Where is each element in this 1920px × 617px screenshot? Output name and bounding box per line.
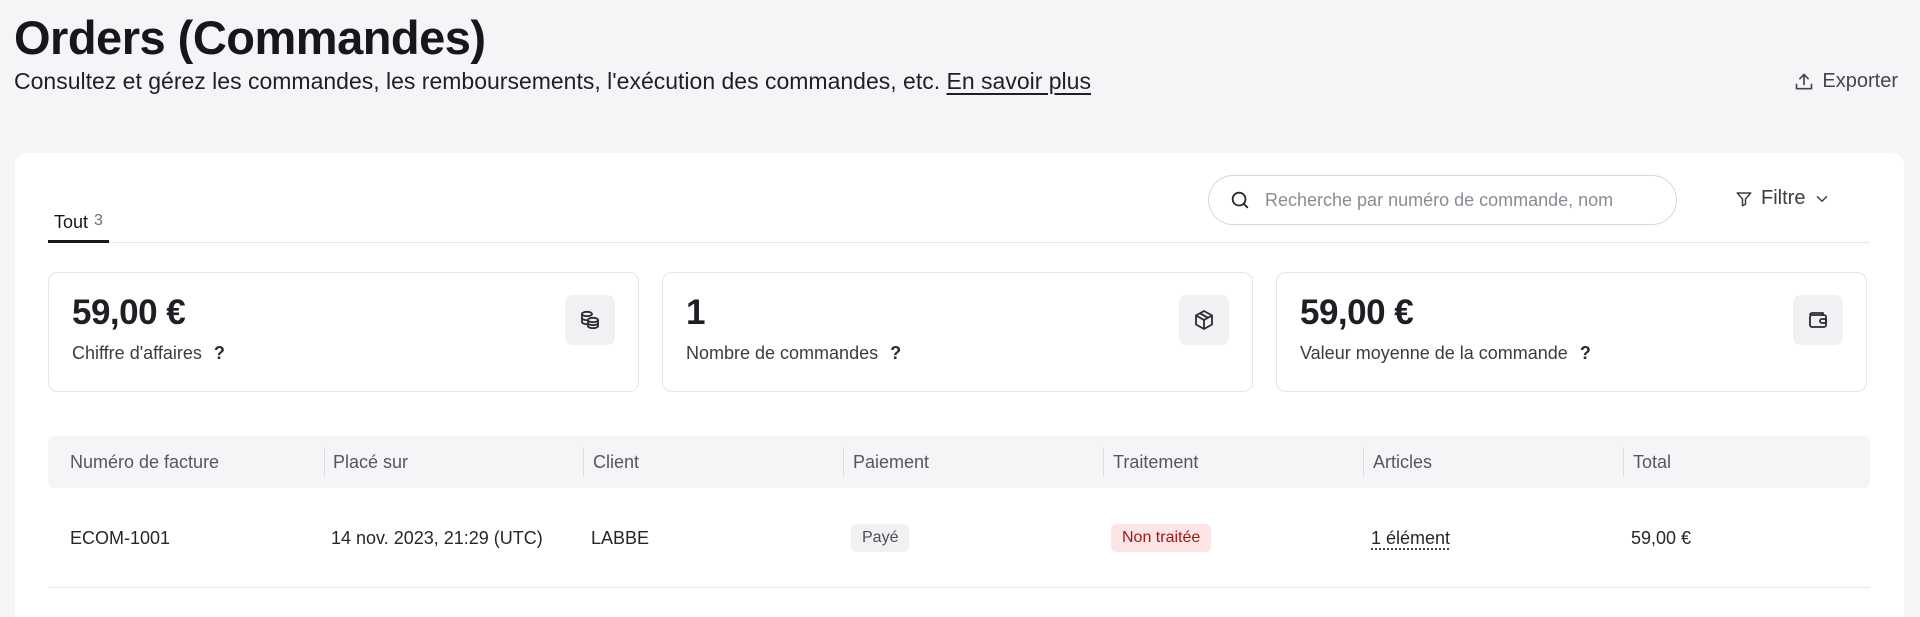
chevron-down-icon — [1817, 195, 1828, 202]
column-header-placed-on[interactable]: Placé sur — [333, 436, 408, 488]
search-icon — [1231, 191, 1249, 209]
column-header-invoice[interactable]: Numéro de facture — [70, 436, 219, 488]
tab-all-label: Tout — [54, 212, 89, 232]
column-divider — [1103, 447, 1104, 477]
filter-icon — [1736, 191, 1752, 206]
stat-label: Nombre de commandes ? — [686, 343, 901, 364]
stat-card-revenue: 59,00 € Chiffre d'affaires ? — [48, 272, 639, 392]
stat-card-orders: 1 Nombre de commandes ? — [662, 272, 1253, 392]
column-header-client[interactable]: Client — [593, 436, 639, 488]
column-header-items[interactable]: Articles — [1373, 436, 1432, 488]
tab-all-count: 3 — [94, 212, 103, 229]
help-icon[interactable]: ? — [1580, 343, 1591, 364]
export-label: Exporter — [1822, 70, 1898, 92]
stat-label-text: Valeur moyenne de la commande — [1300, 343, 1568, 363]
stat-value: 59,00 € — [1300, 293, 1414, 332]
orders-card: Tout 3 Filtre 59,00 € Chiffre d'affaires… — [15, 153, 1904, 617]
help-icon[interactable]: ? — [214, 343, 225, 364]
cell-client: LABBE — [591, 527, 650, 548]
column-header-fulfillment[interactable]: Traitement — [1113, 436, 1198, 488]
column-header-payment[interactable]: Paiement — [853, 436, 929, 488]
stat-value: 59,00 € — [72, 293, 186, 332]
learn-more-link[interactable]: En savoir plus — [947, 68, 1091, 94]
fulfillment-status-badge: Non traitée — [1111, 524, 1212, 552]
items-link[interactable]: 1 élément — [1371, 528, 1450, 549]
filter-label: Filtre — [1761, 187, 1806, 209]
stat-value: 1 — [686, 293, 705, 332]
coins-icon — [565, 295, 615, 345]
table-row[interactable]: ECOM-1001 14 nov. 2023, 21:29 (UTC) LABB… — [48, 488, 1870, 588]
cell-total: 59,00 € — [1631, 527, 1692, 548]
cell-items: 1 élément — [1371, 488, 1450, 588]
box-icon — [1179, 295, 1229, 345]
search-box[interactable] — [1208, 175, 1677, 225]
cell-fulfillment: Non traitée — [1111, 488, 1212, 588]
column-divider — [583, 447, 584, 477]
column-divider — [324, 447, 325, 477]
stat-label-text: Chiffre d'affaires — [72, 343, 202, 363]
cell-payment: Payé — [851, 488, 910, 588]
search-input[interactable] — [1265, 189, 1645, 211]
help-icon[interactable]: ? — [890, 343, 901, 364]
page-title: Orders (Commandes) — [14, 11, 486, 64]
stat-label: Valeur moyenne de la commande ? — [1300, 343, 1591, 364]
column-divider — [1363, 447, 1364, 477]
column-header-total[interactable]: Total — [1633, 436, 1671, 488]
cell-placed-on: 14 nov. 2023, 21:29 (UTC) — [331, 527, 543, 548]
page-subtitle-text: Consultez et gérez les commandes, les re… — [14, 68, 947, 94]
payment-status-badge: Payé — [851, 524, 910, 552]
column-divider — [1623, 447, 1624, 477]
stat-card-average: 59,00 € Valeur moyenne de la commande ? — [1276, 272, 1867, 392]
wallet-icon — [1793, 295, 1843, 345]
upload-icon — [1796, 73, 1813, 89]
filter-button[interactable]: Filtre — [1735, 187, 1831, 210]
stat-label-text: Nombre de commandes — [686, 343, 879, 363]
export-button[interactable]: Exporter — [1794, 70, 1898, 93]
tab-all[interactable]: Tout 3 — [48, 212, 109, 243]
stat-label: Chiffre d'affaires ? — [72, 343, 225, 364]
page-subtitle: Consultez et gérez les commandes, les re… — [14, 68, 1091, 95]
table-header: Numéro de facture Placé sur Client Paiem… — [48, 436, 1870, 488]
column-divider — [843, 447, 844, 477]
cell-invoice: ECOM-1001 — [70, 527, 171, 548]
